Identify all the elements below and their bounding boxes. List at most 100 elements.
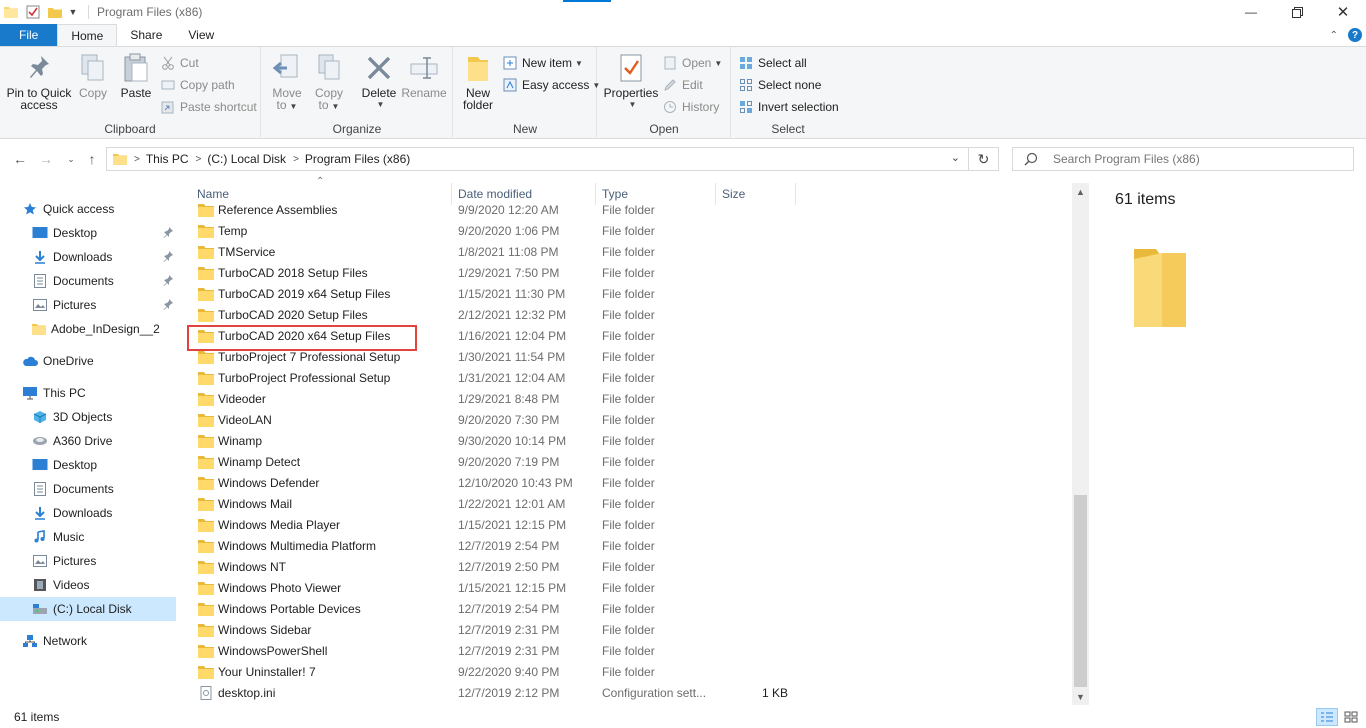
back-arrow-icon[interactable]: ← [10,149,30,169]
close-icon[interactable]: ✕ [1320,0,1366,24]
cut-button[interactable]: Cut [160,53,199,73]
nav-qa-downloads[interactable]: Downloads [32,245,176,269]
address-dropdown-icon[interactable]: ⌄ [951,151,960,164]
file-row[interactable]: TurboProject Professional Setup 1/31/2021… [186,368,1070,389]
new-folder-icon[interactable] [46,3,64,21]
delete-button[interactable]: Delete ▼ [358,51,400,111]
maximize-icon[interactable] [1274,0,1320,24]
edit-button[interactable]: Edit [662,75,703,95]
nav-quick-access[interactable]: Quick access [22,197,176,221]
tab-share[interactable]: Share [117,24,175,46]
nav-pc-music[interactable]: Music [32,525,176,549]
scroll-up-icon[interactable]: ▲ [1072,183,1089,200]
properties-icon[interactable] [24,3,42,21]
nav-pc-downloads[interactable]: Downloads [32,501,176,525]
file-row[interactable]: TurboCAD 2019 x64 Setup Files 1/15/2021 1… [186,284,1070,305]
breadcrumb-this-pc[interactable]: This PC [146,152,189,166]
tab-file[interactable]: File [0,24,58,46]
copy-path-button[interactable]: Copy path [160,75,235,95]
nav-network[interactable]: Network [22,629,176,653]
pin-icon[interactable] [162,226,174,240]
folder-icon [198,246,214,259]
pin-icon[interactable] [162,298,174,312]
tab-view[interactable]: View [175,24,227,46]
navigation-row: ← → ⌄ ↑ > This PC > (C:) Local Disk > Pr… [0,143,1366,175]
recent-locations-chevron-icon[interactable]: ⌄ [61,149,81,169]
file-row[interactable]: TurboCAD 2020 Setup Files 2/12/2021 12:32… [186,305,1070,326]
paste-button[interactable]: Paste [116,51,156,99]
pin-icon[interactable] [162,274,174,288]
nav-qa-adobe-indesign[interactable]: Adobe_InDesign__20 [32,317,160,341]
nav-pc-videos[interactable]: Videos [32,573,176,597]
file-row[interactable]: Winamp Detect 9/20/2020 7:19 PM File folde… [186,452,1070,473]
open-button[interactable]: Open ▼ [662,53,722,73]
move-to-button[interactable]: Move to ▼ [268,51,306,113]
refresh-icon[interactable]: ↻ [968,148,998,170]
new-folder-button[interactable]: New folder [458,51,498,111]
file-row[interactable]: Videoder 1/29/2021 8:48 PM File folder [186,389,1070,410]
file-row[interactable]: Your Uninstaller! 7 9/22/2020 9:40 PM File… [186,662,1070,683]
details-view-icon[interactable] [1316,708,1338,726]
file-row[interactable]: TurboCAD 2018 Setup Files 1/29/2021 7:50 … [186,263,1070,284]
file-row[interactable]: Windows Multimedia Platform 12/7/2019 2:5… [186,536,1070,557]
breadcrumb-program-files-x86[interactable]: Program Files (x86) [305,152,410,166]
invert-selection-button[interactable]: Invert selection [738,97,839,117]
file-row[interactable]: Windows NT 12/7/2019 2:50 PM File folder [186,557,1070,578]
nav-qa-pictures[interactable]: Pictures [32,293,176,317]
help-icon[interactable]: ? [1348,28,1362,42]
breadcrumb-local-disk[interactable]: (C:) Local Disk [207,152,286,166]
forward-arrow-icon[interactable]: → [36,149,56,169]
nav-pc-local-disk[interactable]: (C:) Local Disk [0,597,176,621]
new-item-button[interactable]: New item ▼ [502,53,583,73]
nav-this-pc[interactable]: This PC [22,381,176,405]
file-row[interactable]: Windows Defender 12/10/2020 10:43 PM File … [186,473,1070,494]
copy-to-button[interactable]: Copy to ▼ [310,51,348,113]
nav-qa-desktop[interactable]: Desktop [32,221,176,245]
select-none-button[interactable]: Select none [738,75,821,95]
file-row[interactable]: WindowsPowerShell 12/7/2019 2:31 PM File f… [186,641,1070,662]
breadcrumb-chevron-icon[interactable]: > [196,154,202,165]
select-all-button[interactable]: Select all [738,53,807,73]
nav-pc-documents[interactable]: Documents [32,477,176,501]
collapse-ribbon-icon[interactable]: ⌃ [1330,30,1338,41]
file-row[interactable]: Winamp 9/30/2020 10:14 PM File folder [186,431,1070,452]
rename-button[interactable]: Rename [401,51,447,99]
history-button[interactable]: History [662,97,719,117]
paste-shortcut-button[interactable]: Paste shortcut [160,97,257,117]
nav-pc-pictures[interactable]: Pictures [32,549,176,573]
up-arrow-icon[interactable]: ↑ [82,149,102,169]
file-row[interactable]: Windows Photo Viewer 1/15/2021 12:15 PM Fi… [186,578,1070,599]
nav-pc-a360-drive[interactable]: A360 Drive [32,429,176,453]
file-row[interactable]: Windows Mail 1/22/2021 12:01 AM File folde… [186,494,1070,515]
nav-pc-3d-objects[interactable]: 3D Objects [32,405,176,429]
nav-pc-desktop[interactable]: Desktop [32,453,176,477]
vertical-scrollbar[interactable]: ▲ ▼ [1072,183,1089,705]
easy-access-button[interactable]: Easy access ▼ [502,75,600,95]
pin-quick-access-button[interactable]: Pin to Quick access [6,51,72,111]
file-row[interactable]: Reference Assemblies 9/9/2020 12:20 AM Fil… [186,200,1070,221]
file-row[interactable]: Windows Media Player 1/15/2021 12:15 PM Fi… [186,515,1070,536]
copy-button[interactable]: Copy [74,51,112,99]
tab-home[interactable]: Home [57,24,118,46]
file-row[interactable]: Windows Portable Devices 12/7/2019 2:54 P… [186,599,1070,620]
file-row[interactable]: VideoLAN 9/20/2020 7:30 PM File folder [186,410,1070,431]
scroll-down-icon[interactable]: ▼ [1072,688,1089,705]
address-bar[interactable]: > This PC > (C:) Local Disk > Program Fi… [106,147,999,171]
search-box[interactable] [1012,147,1354,171]
file-row[interactable]: Windows Sidebar 12/7/2019 2:31 PM File fol… [186,620,1070,641]
nav-onedrive[interactable]: OneDrive [22,349,176,373]
nav-qa-documents[interactable]: Documents [32,269,176,293]
file-row[interactable]: desktop.ini 12/7/2019 2:12 PM Configuratio… [186,683,1070,704]
customize-qat-icon[interactable]: ▼ [68,3,78,21]
large-icons-view-icon[interactable] [1340,708,1362,726]
file-row[interactable]: TMService 1/8/2021 11:08 PM File folder [186,242,1070,263]
properties-button[interactable]: Properties ▼ [604,51,658,111]
pin-icon[interactable] [162,250,174,264]
minimize-icon[interactable]: — [1228,0,1274,24]
file-row[interactable]: Temp 9/20/2020 1:06 PM File folder [186,221,1070,242]
breadcrumb-chevron-icon[interactable]: > [293,154,299,165]
scroll-thumb[interactable] [1074,495,1087,687]
search-input[interactable] [1053,152,1333,166]
file-date-modified: 12/7/2019 2:31 PM [458,623,560,637]
breadcrumb-chevron-icon[interactable]: > [134,154,140,165]
